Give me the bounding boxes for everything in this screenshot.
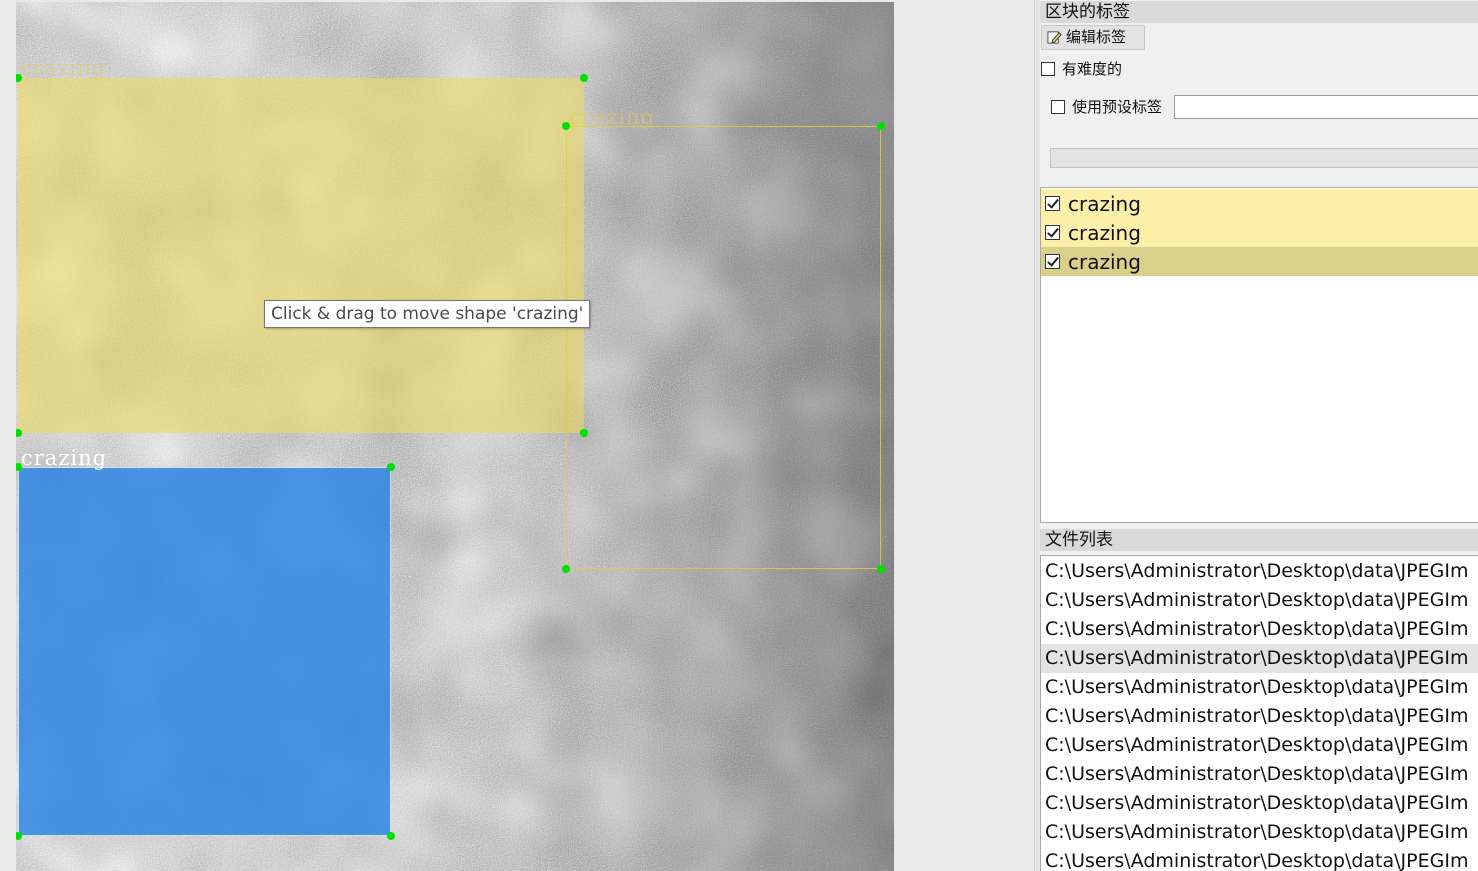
label-visibility-checkbox[interactable]: [1045, 196, 1060, 211]
shape-fill: [19, 468, 390, 835]
pencil-icon: [1047, 31, 1062, 44]
annotation-image[interactable]: crazing crazing crazing: [16, 2, 894, 871]
shape-fill: [18, 78, 584, 433]
file-list-title: 文件列表: [1040, 529, 1478, 551]
vertex-handle[interactable]: [562, 122, 570, 130]
edit-label-button-text: 编辑标签: [1066, 28, 1127, 46]
shape-label: crazing: [20, 56, 107, 80]
file-list-item[interactable]: C:\Users\Administrator\Desktop\data\JPEG…: [1041, 847, 1478, 871]
file-list-item[interactable]: C:\Users\Administrator\Desktop\data\JPEG…: [1041, 673, 1478, 702]
right-dock: 区块的标签 编辑标签 有难度的 使用预设标签 crazing crazing c…: [1040, 0, 1478, 871]
canvas-area[interactable]: crazing crazing crazing Click & drag to …: [0, 0, 1034, 871]
file-list-item[interactable]: C:\Users\Administrator\Desktop\data\JPEG…: [1041, 615, 1478, 644]
label-visibility-checkbox[interactable]: [1045, 254, 1060, 269]
bounding-box-shape-selected[interactable]: crazing: [16, 446, 395, 840]
label-list-item[interactable]: crazing: [1041, 247, 1478, 276]
difficult-label: 有难度的: [1062, 60, 1123, 78]
vertex-handle[interactable]: [877, 565, 885, 573]
shape-label: crazing: [21, 446, 108, 470]
use-preset-label: 使用预设标签: [1072, 98, 1163, 116]
file-list-item[interactable]: C:\Users\Administrator\Desktop\data\JPEG…: [1041, 731, 1478, 760]
label-list-item[interactable]: crazing: [1041, 189, 1478, 218]
edit-label-button[interactable]: 编辑标签: [1041, 25, 1145, 50]
file-list-item[interactable]: C:\Users\Administrator\Desktop\data\JPEG…: [1041, 789, 1478, 818]
vertex-handle[interactable]: [562, 565, 570, 573]
move-shape-tooltip: Click & drag to move shape 'crazing': [264, 300, 591, 328]
vertex-handle[interactable]: [580, 74, 588, 82]
file-list-item[interactable]: C:\Users\Administrator\Desktop\data\JPEG…: [1041, 557, 1478, 586]
label-visibility-checkbox[interactable]: [1045, 225, 1060, 240]
label-item-text: crazing: [1068, 249, 1141, 274]
difficult-checkbox-row[interactable]: 有难度的: [1041, 58, 1122, 79]
shape-label: crazing: [569, 105, 656, 129]
label-item-text: crazing: [1068, 220, 1141, 245]
label-panel-title: 区块的标签: [1040, 1, 1478, 23]
preset-label-combobox[interactable]: [1050, 148, 1478, 168]
file-list-item[interactable]: C:\Users\Administrator\Desktop\data\JPEG…: [1041, 760, 1478, 789]
file-list-item[interactable]: C:\Users\Administrator\Desktop\data\JPEG…: [1041, 702, 1478, 731]
preset-label-input[interactable]: [1174, 95, 1478, 119]
bounding-box-shape[interactable]: crazing: [16, 56, 588, 437]
bounding-box-shape[interactable]: crazing: [562, 105, 885, 573]
use-preset-checkbox-row[interactable]: 使用预设标签: [1051, 96, 1162, 117]
vertex-handle[interactable]: [387, 832, 395, 840]
difficult-checkbox[interactable]: [1041, 61, 1055, 76]
label-list[interactable]: crazing crazing crazing: [1040, 187, 1478, 523]
label-list-item[interactable]: crazing: [1041, 218, 1478, 247]
file-list-item-selected[interactable]: C:\Users\Administrator\Desktop\data\JPEG…: [1041, 644, 1478, 673]
file-list-item[interactable]: C:\Users\Administrator\Desktop\data\JPEG…: [1041, 586, 1478, 615]
vertex-handle[interactable]: [387, 463, 395, 471]
vertex-handle[interactable]: [877, 122, 885, 130]
label-item-text: crazing: [1068, 191, 1141, 216]
file-list-item[interactable]: C:\Users\Administrator\Desktop\data\JPEG…: [1041, 818, 1478, 847]
use-preset-checkbox[interactable]: [1051, 99, 1065, 114]
file-list[interactable]: C:\Users\Administrator\Desktop\data\JPEG…: [1040, 555, 1478, 871]
